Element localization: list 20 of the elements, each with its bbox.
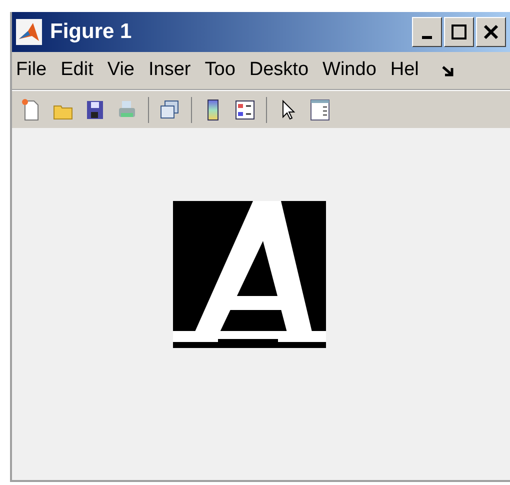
maximize-button[interactable]	[444, 17, 474, 47]
app-icon	[16, 19, 42, 45]
dock-arrow-icon[interactable]	[440, 64, 455, 78]
menu-item[interactable]: Hel	[390, 56, 419, 85]
linked-windows-icon[interactable]	[159, 98, 181, 122]
close-icon	[483, 24, 499, 40]
maximize-icon	[451, 24, 467, 40]
close-button[interactable]	[476, 17, 506, 47]
minimize-icon	[422, 36, 432, 38]
property-panel-icon[interactable]	[309, 98, 331, 122]
menu-item[interactable]: Too	[204, 56, 236, 85]
menu-item[interactable]: Windo	[322, 56, 376, 85]
menu-item[interactable]: Deskto	[249, 56, 309, 85]
menu-item[interactable]: File	[16, 56, 47, 85]
menu-item[interactable]: Inser	[148, 56, 191, 85]
menu-item[interactable]: Edit	[60, 56, 94, 85]
legend-icon[interactable]	[234, 98, 256, 122]
window-title: Figure 1	[50, 19, 132, 46]
minimize-button[interactable]	[412, 17, 442, 47]
menu-item[interactable]: Vie	[107, 56, 134, 85]
